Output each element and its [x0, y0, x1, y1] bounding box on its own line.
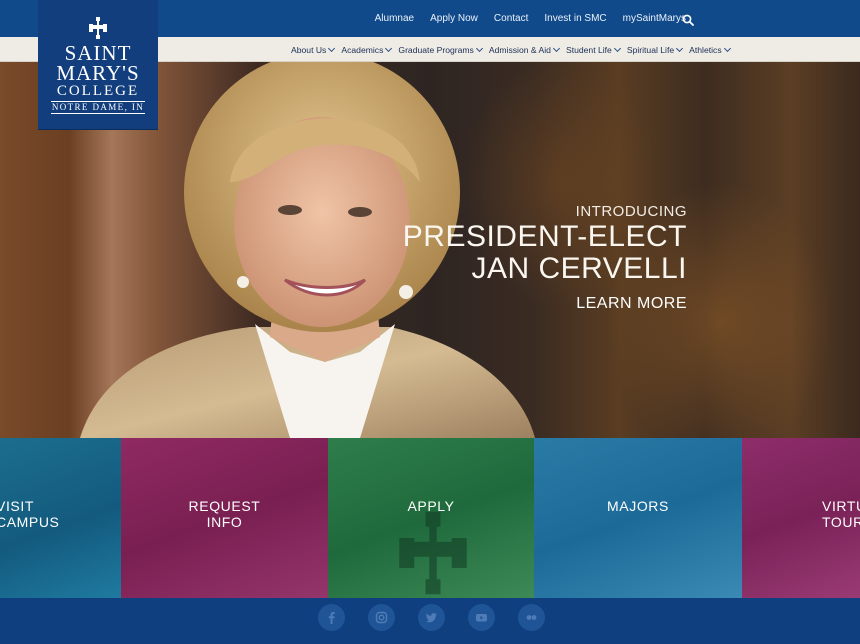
facebook-link[interactable] — [318, 604, 345, 631]
utility-link-invest[interactable]: Invest in SMC — [536, 13, 614, 24]
tile-label: MAJORS — [534, 498, 742, 514]
nav-item-student-life[interactable]: Student Life — [563, 44, 624, 55]
utility-nav: Alumnae Apply Now Contact Invest in SMC … — [367, 0, 694, 37]
chevron-down-icon — [613, 44, 621, 52]
college-logo[interactable]: SAINT MARY'S COLLEGE NOTRE DAME, IN — [38, 0, 158, 130]
quick-links-tiles: VISIT CAMPUS REQUEST INFO APPLY MAJORS V… — [0, 438, 860, 598]
nav-item-label: Graduate Programs — [398, 44, 474, 55]
tile-label-line2: TOUR — [822, 514, 860, 530]
hero-title-line2: JAN CERVELLI — [471, 252, 687, 285]
hero-intro: INTRODUCING — [575, 203, 687, 220]
chevron-down-icon — [676, 44, 684, 52]
nav-item-label: Academics — [341, 44, 384, 55]
nav-item-admission-aid[interactable]: Admission & Aid — [486, 44, 563, 55]
cross-emblem-icon — [399, 511, 467, 595]
tile-label: VISIT CAMPUS — [0, 498, 117, 530]
social-footer — [0, 598, 860, 644]
instagram-link[interactable] — [368, 604, 395, 631]
nav-item-athletics[interactable]: Athletics — [686, 44, 733, 55]
utility-link-contact[interactable]: Contact — [486, 13, 536, 24]
logo-line-location: NOTRE DAME, IN — [50, 101, 146, 114]
nav-item-academics[interactable]: Academics — [338, 44, 395, 55]
social-links — [318, 604, 545, 631]
youtube-icon — [476, 614, 487, 622]
nav-item-spiritual-life[interactable]: Spiritual Life — [624, 44, 686, 55]
chevron-down-icon — [723, 44, 731, 52]
nav-item-label: Admission & Aid — [488, 44, 551, 55]
tile-label-line1: APPLY — [407, 498, 455, 514]
learn-more-link[interactable]: LEARN MORE — [576, 295, 687, 313]
tile-label-line1: VISIT — [0, 498, 35, 514]
tile-label-line1: MAJORS — [607, 498, 669, 514]
tile-label: APPLY — [328, 498, 534, 514]
youtube-link[interactable] — [468, 604, 495, 631]
logo-line-marys: MARY'S — [56, 61, 140, 85]
cross-icon — [89, 17, 107, 39]
chevron-down-icon — [475, 44, 483, 52]
utility-link-apply-now[interactable]: Apply Now — [422, 13, 486, 24]
tile-label: REQUEST INFO — [121, 498, 328, 530]
chevron-down-icon — [328, 44, 336, 52]
nav-item-label: Athletics — [689, 44, 722, 55]
tile-label-line1: REQUEST — [188, 498, 261, 514]
nav-item-about-us[interactable]: About Us — [288, 44, 338, 55]
nav-item-graduate-programs[interactable]: Graduate Programs — [395, 44, 485, 55]
instagram-icon — [375, 611, 388, 624]
tile-label: VIRTUAL TOUR — [822, 498, 860, 530]
logo-line-saint: SAINT — [64, 41, 132, 65]
tile-apply[interactable]: APPLY — [328, 438, 534, 598]
chevron-down-icon — [552, 44, 561, 52]
nav-item-label: About Us — [291, 44, 327, 55]
hero-text-block: INTRODUCING PRESIDENT-ELECT JAN CERVELLI… — [403, 203, 687, 313]
main-nav: About Us Academics Graduate Programs Adm… — [288, 37, 734, 62]
tile-majors[interactable]: MAJORS — [534, 438, 742, 598]
tile-label-line2: CAMPUS — [0, 514, 60, 530]
tile-virtual-tour[interactable]: VIRTUAL TOUR — [742, 438, 860, 598]
chevron-down-icon — [385, 44, 393, 52]
logo-line-college: COLLEGE — [56, 83, 140, 99]
nav-item-label: Spiritual Life — [626, 44, 675, 55]
facebook-icon — [328, 612, 335, 624]
utility-link-alumnae[interactable]: Alumnae — [367, 13, 422, 24]
tile-label-line1: VIRTUAL — [822, 498, 860, 514]
flickr-link[interactable] — [518, 604, 545, 631]
flickr-icon — [526, 615, 537, 620]
nav-item-label: Student Life — [565, 44, 612, 55]
tile-visit-campus[interactable]: VISIT CAMPUS — [0, 438, 121, 598]
hero-title-line1: PRESIDENT-ELECT — [402, 220, 687, 253]
twitter-link[interactable] — [418, 604, 445, 631]
search-icon[interactable] — [682, 14, 694, 26]
tile-request-info[interactable]: REQUEST INFO — [121, 438, 328, 598]
twitter-icon — [425, 613, 437, 623]
tile-label-line2: INFO — [206, 514, 243, 530]
